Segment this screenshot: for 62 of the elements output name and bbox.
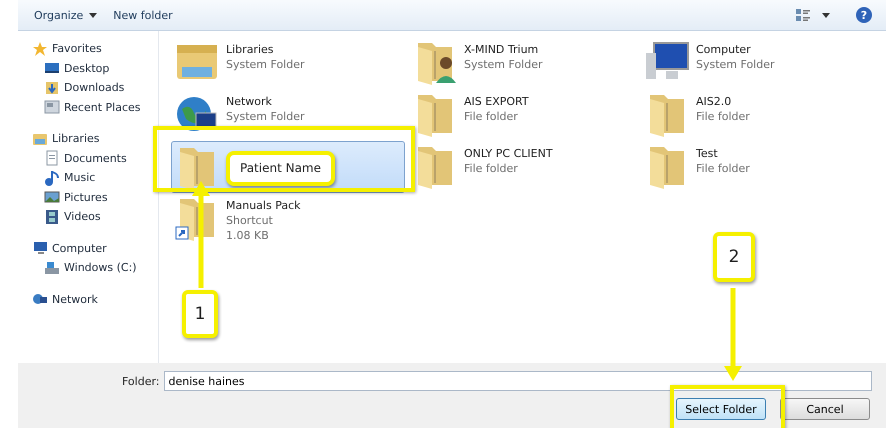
sidebar-item[interactable]: Downloads xyxy=(32,78,158,98)
folder-input[interactable]: denise haines xyxy=(164,371,872,391)
music-note-icon xyxy=(44,170,60,186)
sidebar-item[interactable]: Network xyxy=(32,290,158,309)
sidebar-item[interactable]: Music xyxy=(32,168,158,188)
sidebar-item[interactable]: Libraries xyxy=(32,129,158,148)
download-folder-icon xyxy=(44,80,60,96)
help-button[interactable]: ? xyxy=(856,7,872,23)
view-icon[interactable] xyxy=(796,9,810,21)
item-name: Computer xyxy=(696,42,752,57)
callout-number: 2 xyxy=(713,232,755,282)
sidebar-item[interactable]: Computer xyxy=(32,238,158,258)
item-type: System Folder xyxy=(464,57,543,72)
sidebar-item[interactable]: Favorites xyxy=(32,39,158,58)
item-name: Manuals Pack xyxy=(226,198,300,213)
item-name: X-MIND Trium xyxy=(464,42,540,57)
item-name: Libraries xyxy=(226,42,275,57)
item-type: System Folder xyxy=(226,109,305,124)
selected-folder-item[interactable]: Patient Name xyxy=(171,141,405,193)
sidebar-item[interactable]: Desktop xyxy=(32,58,158,78)
folder-item[interactable]: Manuals Pack Shortcut 1.08 KB xyxy=(171,193,409,245)
item-type: System Folder xyxy=(696,57,775,72)
sidebar-item[interactable]: Windows (C:) xyxy=(32,258,158,278)
item-name: Network xyxy=(226,94,273,109)
item-name: AIS2.0 xyxy=(696,94,732,109)
callout-number: 1 xyxy=(182,290,218,338)
sidebar-item[interactable]: Documents xyxy=(32,148,158,168)
caret-icon xyxy=(89,12,98,18)
item-type: File folder xyxy=(464,161,519,176)
folder-item[interactable]: Network System Folder xyxy=(171,89,409,141)
sidebar-item[interactable]: Recent Places xyxy=(32,98,158,117)
monitor-icon xyxy=(32,240,48,256)
organize-button[interactable]: Organize xyxy=(32,6,100,24)
item-name: ONLY PC CLIENT xyxy=(464,146,553,161)
item-type: File folder xyxy=(696,161,750,176)
document-icon xyxy=(44,150,60,166)
folder-label: Folder: xyxy=(122,374,160,388)
drive-icon xyxy=(44,260,60,276)
folder-item[interactable]: AIS2.0 File folder xyxy=(641,89,861,141)
select-folder-button[interactable]: Select Folder xyxy=(676,398,766,420)
folder-item[interactable]: AIS EXPORT File folder xyxy=(409,89,641,141)
film-icon xyxy=(44,208,60,225)
folder-item[interactable]: X-MIND Trium System Folder xyxy=(409,37,641,89)
item-type: Shortcut xyxy=(226,213,274,228)
item-name: AIS EXPORT xyxy=(464,94,529,109)
sidebar-item[interactable]: Videos xyxy=(32,207,158,226)
star-icon xyxy=(32,40,48,57)
item-name: Test xyxy=(696,146,719,161)
sidebar-item[interactable]: Pictures xyxy=(32,188,158,207)
recent-icon xyxy=(44,99,60,116)
folder-item[interactable]: Test File folder xyxy=(641,141,861,193)
item-type: File folder xyxy=(464,109,519,124)
caret-icon[interactable] xyxy=(822,12,830,18)
item-size: 1.08 KB xyxy=(226,228,270,243)
new-folder-button[interactable]: New folder xyxy=(111,6,175,24)
item-type: File folder xyxy=(696,109,750,124)
item-type: System Folder xyxy=(226,57,305,72)
folder-item[interactable]: Computer System Folder xyxy=(641,37,861,89)
picture-icon xyxy=(44,189,60,206)
folder-item[interactable]: ONLY PC CLIENT File folder xyxy=(409,141,641,193)
folder-item[interactable]: Libraries System Folder xyxy=(171,37,409,89)
item-name: Patient Name xyxy=(226,151,335,186)
